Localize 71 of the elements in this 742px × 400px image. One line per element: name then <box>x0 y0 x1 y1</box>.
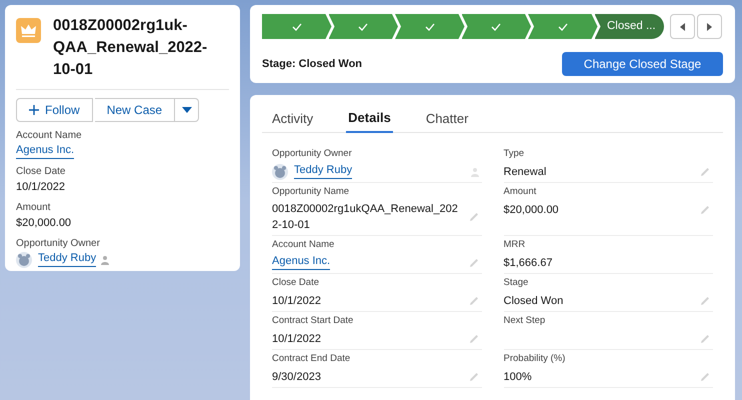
field-label: Account Name <box>272 239 336 251</box>
field-label: Contract End Date <box>272 353 352 365</box>
crown-icon <box>16 18 41 43</box>
check-icon <box>558 22 568 30</box>
avatar-icon <box>272 164 288 180</box>
edit-icon[interactable] <box>468 370 480 382</box>
field-label: Type <box>504 148 526 160</box>
path-step[interactable] <box>328 14 398 39</box>
next-button[interactable] <box>697 14 722 39</box>
change-owner-icon[interactable] <box>100 254 110 265</box>
field-label: MRR <box>504 239 526 251</box>
caret-icon <box>182 107 192 113</box>
check-icon <box>358 22 368 30</box>
field-value: $20,000.00 <box>16 216 72 231</box>
check-icon <box>491 22 502 30</box>
field-value: 10/1/2022 <box>272 332 321 346</box>
field-label: Amount <box>16 200 52 214</box>
field-label: Opportunity Owner <box>16 236 101 250</box>
account-link[interactable]: Agenus Inc. <box>16 144 74 159</box>
change-owner-icon[interactable] <box>470 166 480 176</box>
stage-text: Stage: Closed Won <box>262 56 362 72</box>
edit-icon[interactable] <box>699 332 711 344</box>
record-title: 0018Z00002rg1uk-QAA_Renewal_2022-10-01 <box>53 16 208 80</box>
field-value: Closed Won <box>504 294 564 308</box>
field-value: 0018Z00002rg1ukQAA_Renewal_2022-10-01 <box>272 202 459 233</box>
field-value: 9/30/2023 <box>272 370 321 384</box>
field-label: Next Step <box>504 315 546 327</box>
edit-icon[interactable] <box>468 256 480 268</box>
tab[interactable]: Details <box>346 105 393 133</box>
edit-icon[interactable] <box>468 211 480 223</box>
change-closed-stage-button[interactable]: Change Closed Stage <box>562 52 723 76</box>
field-value: 10/1/2022 <box>272 294 321 308</box>
field-value: $1,666.67 <box>504 256 552 270</box>
tab[interactable]: Chatter <box>412 105 482 133</box>
field-label: Opportunity Owner <box>272 148 353 160</box>
field-value: 100% <box>504 370 532 384</box>
path-step[interactable] <box>462 14 531 39</box>
edit-icon[interactable] <box>468 294 480 306</box>
path-step[interactable] <box>528 14 598 39</box>
field-label: Close Date <box>272 277 320 289</box>
field-label: Opportunity Name <box>272 186 350 198</box>
field-label: Close Date <box>16 164 66 178</box>
tab[interactable]: Activity <box>272 105 326 133</box>
left-arrow-icon <box>680 22 685 30</box>
edit-icon[interactable] <box>699 294 711 306</box>
check-icon <box>424 22 435 30</box>
field-value: Renewal <box>504 164 546 180</box>
edit-icon[interactable] <box>699 370 711 382</box>
new-case-button[interactable]: New Case <box>94 98 176 122</box>
path-step[interactable] <box>395 14 464 39</box>
account-link[interactable]: Agenus Inc. <box>272 255 330 270</box>
owner-link[interactable]: Teddy Ruby <box>38 252 96 268</box>
field-label: Account Name <box>16 129 83 142</box>
more-actions-button[interactable] <box>175 98 200 122</box>
edit-icon[interactable] <box>468 332 480 344</box>
field-label: Probability (%) <box>504 353 566 365</box>
field-value: 10/1/2022 <box>16 180 65 195</box>
field-label: Stage <box>504 277 530 289</box>
check-icon <box>292 22 302 30</box>
right-arrow-icon <box>707 22 712 30</box>
follow-button[interactable]: Follow <box>16 98 93 122</box>
field-value: $20,000.00 <box>504 202 559 218</box>
field-label: Contract Start Date <box>272 315 354 327</box>
path-step[interactable] <box>262 14 332 39</box>
edit-icon[interactable] <box>699 204 711 216</box>
avatar-icon <box>16 252 32 268</box>
previous-button[interactable] <box>670 14 695 39</box>
owner-link[interactable]: Teddy Ruby <box>294 164 352 179</box>
edit-icon[interactable] <box>699 166 711 178</box>
field-label: Amount <box>504 186 538 198</box>
plus-icon <box>29 105 39 115</box>
